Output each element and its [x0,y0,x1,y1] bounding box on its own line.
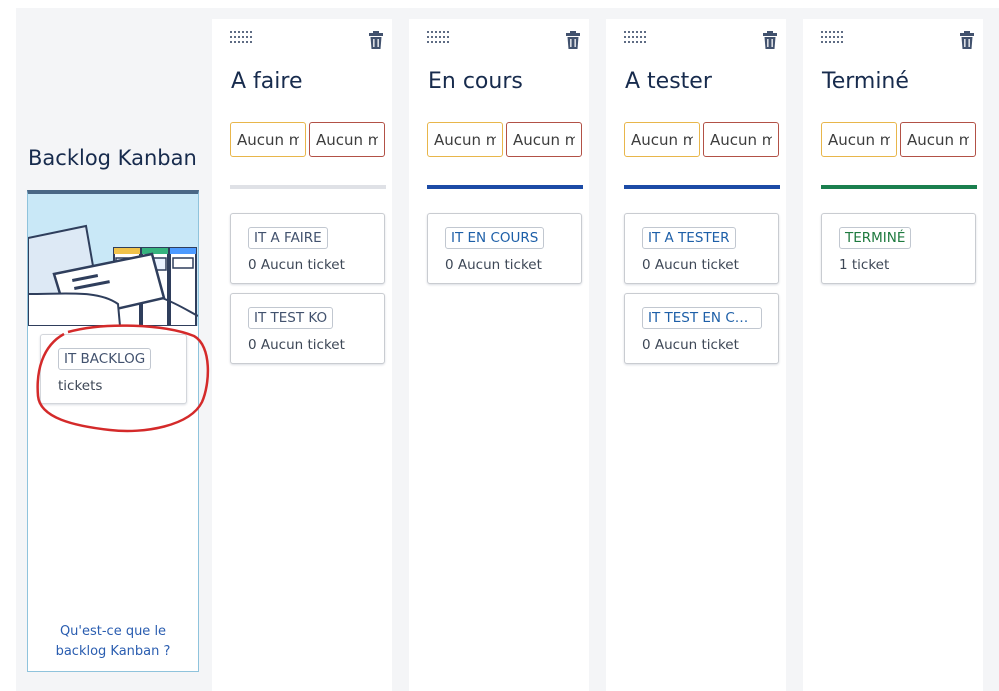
column-status-bar [427,185,583,189]
ticket-count: 0 Aucun ticket [248,337,345,353]
trash-icon[interactable] [566,31,580,49]
help-link-line: Qu'est-ce que le [59,624,167,639]
column-status-bar [624,185,780,189]
min-limit-input[interactable] [624,122,700,157]
column-a-faire: A faire IT A FAIRE 0 Aucun ticket IT TES… [212,19,392,691]
column-title: En cours [428,69,523,94]
drag-handle-icon[interactable] [821,31,843,43]
status-card-it-en-cours[interactable]: IT EN COURS 0 Aucun ticket [427,213,582,284]
status-lozenge: IT EN COURS [445,227,545,249]
column-title: Terminé [822,69,909,94]
status-lozenge: IT TEST KO [248,307,334,329]
status-card-it-a-tester[interactable]: IT A TESTER 0 Aucun ticket [624,213,779,284]
column-a-tester: A tester IT A TESTER 0 Aucun ticket IT T… [606,19,786,691]
column-termine: Terminé TERMINÉ 1 ticket [803,19,983,691]
column-en-cours: En cours IT EN COURS 0 Aucun ticket [409,19,589,691]
min-limit-input[interactable] [821,122,897,157]
backlog-title: Backlog Kanban [28,146,197,170]
max-limit-input[interactable] [506,122,582,157]
trash-icon[interactable] [763,31,777,49]
status-lozenge: TERMINÉ [839,227,912,249]
column-status-bar [230,185,386,189]
ticket-count: 0 Aucun ticket [248,257,345,273]
trash-icon[interactable] [960,31,974,49]
column-title: A faire [231,69,303,94]
max-limit-input[interactable] [900,122,976,157]
ticket-count: 0 Aucun ticket [642,337,739,353]
drag-handle-icon[interactable] [230,31,252,43]
drag-handle-icon[interactable] [624,31,646,43]
ticket-count: 1 ticket [839,257,890,273]
backlog-illustration [28,194,198,326]
status-card-termine[interactable]: TERMINÉ 1 ticket [821,213,976,284]
backlog-help-link[interactable]: Qu'est-ce que le backlog Kanban ? [27,622,199,662]
backlog-panel [27,190,199,672]
trash-icon[interactable] [369,31,383,49]
status-card-it-test-en-cours[interactable]: IT TEST EN COU... 0 Aucun ticket [624,293,779,364]
status-lozenge: IT A FAIRE [248,227,328,249]
ticket-count: tickets [58,378,103,394]
status-lozenge: IT A TESTER [642,227,736,249]
status-card-it-a-faire[interactable]: IT A FAIRE 0 Aucun ticket [230,213,385,284]
min-limit-input[interactable] [427,122,503,157]
max-limit-input[interactable] [703,122,779,157]
column-status-bar [821,185,977,189]
column-title: A tester [625,69,712,94]
drag-handle-icon[interactable] [427,31,449,43]
status-lozenge: IT BACKLOG [58,348,152,370]
max-limit-input[interactable] [309,122,385,157]
help-link-line: backlog Kanban ? [55,644,171,659]
min-limit-input[interactable] [230,122,306,157]
ticket-count: 0 Aucun ticket [445,257,542,273]
status-lozenge: IT TEST EN COU... [642,307,762,329]
status-card-it-test-ko[interactable]: IT TEST KO 0 Aucun ticket [230,293,385,364]
ticket-count: 0 Aucun ticket [642,257,739,273]
backlog-status-card[interactable]: IT BACKLOG tickets [40,334,187,404]
